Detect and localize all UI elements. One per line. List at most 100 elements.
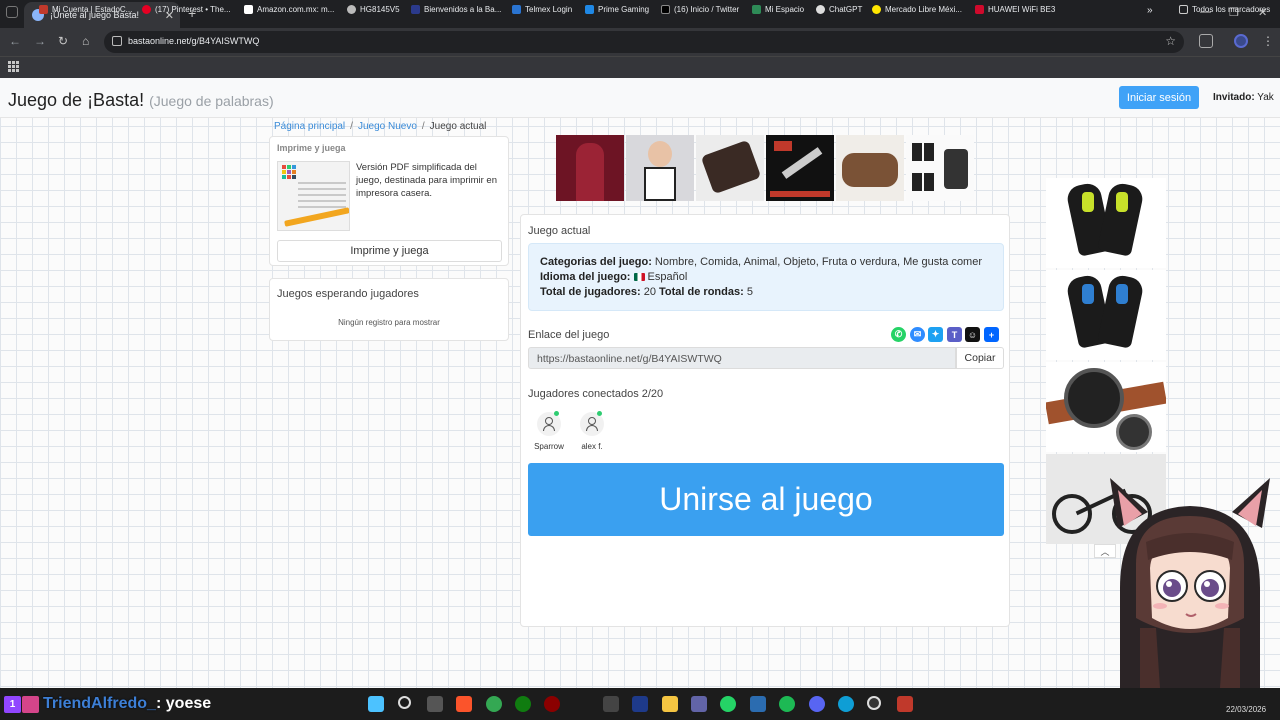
current-game-card: Juego actual Categorias del juego: Nombr… — [520, 214, 1010, 627]
xbox-icon[interactable] — [515, 696, 531, 712]
extensions-icon[interactable] — [1199, 34, 1213, 48]
start-menu-icon[interactable] — [368, 696, 384, 712]
user-icon — [537, 411, 561, 436]
snapchat-share-icon[interactable]: ☺ — [965, 327, 980, 342]
spotify-icon[interactable] — [779, 696, 795, 712]
task-view-icon[interactable] — [427, 696, 443, 712]
guest-label: Invitado: Yak — [1213, 92, 1274, 103]
bookmark-item[interactable]: HUAWEI WiFi BE3 — [975, 5, 1055, 14]
bookmark-item[interactable]: Amazon.com.mx: m... — [244, 5, 334, 14]
whatsapp-icon[interactable] — [720, 696, 736, 712]
breadcrumb-separator: / — [421, 121, 425, 132]
teams-share-icon[interactable]: T — [947, 327, 962, 342]
ad-image-ratchet[interactable] — [766, 135, 834, 201]
guest-prefix: Invitado: — [1213, 92, 1255, 103]
bookmark-item[interactable]: (16) Inicio / Twitter — [661, 5, 739, 14]
rounds-total-value: 5 — [746, 286, 753, 298]
bookmark-star-icon[interactable]: ☆ — [1165, 34, 1176, 48]
bookmark-item[interactable]: Prime Gaming — [585, 5, 649, 14]
vtuber-avatar-image — [1110, 478, 1270, 688]
messenger-share-icon[interactable]: ✉ — [910, 327, 925, 342]
chat-badge-icon — [22, 696, 39, 713]
ad-image-costume[interactable] — [626, 135, 694, 201]
edge-icon[interactable] — [838, 696, 854, 712]
app-icon[interactable] — [897, 696, 913, 712]
copy-link-button[interactable]: Copiar — [956, 347, 1004, 369]
bookmark-item[interactable]: ChatGPT — [816, 5, 862, 14]
breadcrumb-new-game[interactable]: Juego Nuevo — [358, 121, 417, 132]
login-button[interactable]: Iniciar sesión — [1119, 86, 1199, 109]
more-share-icon[interactable]: + — [984, 327, 999, 342]
obs-icon[interactable] — [867, 696, 881, 710]
reload-icon[interactable]: ↻ — [58, 34, 68, 48]
game-link-label: Enlace del juego — [528, 329, 610, 341]
online-status-dot — [597, 411, 602, 416]
print-card-description: Versión PDF simplificada del juego, dest… — [356, 162, 497, 199]
bookmark-item[interactable]: Mi Cuenta | EstadoC... — [39, 5, 132, 14]
discord-icon[interactable] — [809, 696, 825, 712]
address-bar[interactable]: bastaonline.net/g/B4YAISWTWQ ☆ — [104, 31, 1184, 53]
game-link-field[interactable]: https://bastaonline.net/g/B4YAISWTWQ — [528, 347, 956, 369]
chat-message: : yoese — [156, 695, 212, 712]
waiting-games-heading: Juegos esperando jugadores — [277, 288, 419, 300]
site-info-icon[interactable] — [112, 36, 122, 46]
basta-logo-icon — [282, 165, 296, 179]
app-icon[interactable] — [632, 696, 648, 712]
photos-icon[interactable] — [750, 696, 766, 712]
taskbar-date: 22/03/2026 — [1226, 705, 1267, 714]
bookmark-item[interactable]: HG8145V5 — [347, 5, 400, 14]
print-and-play-button[interactable]: Imprime y juega — [277, 240, 502, 262]
bookmark-item[interactable]: Mercado Libre Méxi... — [872, 5, 962, 14]
players-total-value: 20 — [643, 286, 656, 298]
ad-image-dress[interactable] — [556, 135, 624, 201]
home-icon[interactable]: ⌂ — [82, 34, 89, 48]
file-explorer-icon[interactable] — [662, 696, 678, 712]
chrome-icon[interactable] — [486, 696, 502, 712]
all-bookmarks-folder[interactable]: Todos los marcadores — [1179, 5, 1270, 14]
back-icon[interactable]: ← — [9, 34, 21, 48]
mexico-flag-icon — [633, 273, 645, 281]
ad-image-gloves-blue[interactable] — [1046, 270, 1166, 360]
epic-games-icon[interactable] — [603, 696, 619, 712]
tab-search-icon[interactable] — [6, 6, 18, 18]
player-item: Sparrow — [529, 411, 569, 451]
opera-gx-icon[interactable] — [544, 696, 560, 712]
apps-grid-icon[interactable] — [8, 61, 19, 72]
player-item: alex f. — [572, 411, 612, 451]
language-line: Idioma del juego: Español — [540, 270, 1003, 285]
game-info-box: Categorias del juego: Nombre, Comida, An… — [528, 243, 1004, 311]
ad-image-sandals[interactable] — [836, 135, 904, 201]
teams-icon[interactable] — [691, 696, 707, 712]
bookmark-item[interactable]: Telmex Login — [512, 5, 572, 14]
bookmarks-bar — [0, 56, 1280, 78]
page-title[interactable]: Juego de ¡Basta! (Juego de palabras) — [8, 90, 274, 111]
profile-avatar[interactable] — [1234, 34, 1248, 48]
chat-username: TriendAlfredo_ — [43, 695, 156, 712]
bookmark-item[interactable]: Mi Espacio — [752, 5, 804, 14]
breadcrumb-separator: / — [350, 121, 353, 132]
totals-line: Total de jugadores: 20 Total de rondas: … — [540, 285, 1003, 300]
whatsapp-share-icon[interactable]: ✆ — [891, 327, 906, 342]
menu-icon[interactable]: ⋮ — [1262, 34, 1274, 48]
bookmark-item[interactable]: (17) Pinterest • The... — [142, 5, 231, 14]
online-status-dot — [554, 411, 559, 416]
ad-image-batteries[interactable] — [906, 135, 974, 201]
more-bookmarks-icon[interactable]: » — [1147, 5, 1153, 16]
twitter-share-icon[interactable]: ✦ — [928, 327, 943, 342]
brave-browser-icon[interactable] — [456, 696, 472, 712]
print-and-play-card: Imprime y juega Versión PDF simplificada… — [269, 136, 509, 266]
bookmark-item[interactable]: Bienvenidos a la Ba... — [411, 5, 501, 14]
rounds-total-label: Total de rondas: — [659, 286, 744, 298]
site-header: Juego de ¡Basta! (Juego de palabras) Ini… — [0, 78, 1280, 118]
pdf-preview-image[interactable] — [277, 161, 350, 231]
language-label: Idioma del juego: — [540, 271, 631, 283]
breadcrumb-home[interactable]: Página principal — [274, 121, 345, 132]
connected-players-label: Jugadores conectados 2/20 — [528, 388, 664, 400]
ad-image-tools[interactable] — [696, 135, 764, 201]
search-icon[interactable] — [398, 696, 411, 709]
site-title-text: Juego de ¡Basta! — [8, 90, 145, 110]
ad-image-smartwatch[interactable] — [1046, 362, 1166, 452]
ad-image-gloves-yellow[interactable] — [1046, 178, 1166, 268]
forward-icon[interactable]: → — [34, 34, 46, 48]
join-game-button[interactable]: Unirse al juego — [528, 463, 1004, 536]
